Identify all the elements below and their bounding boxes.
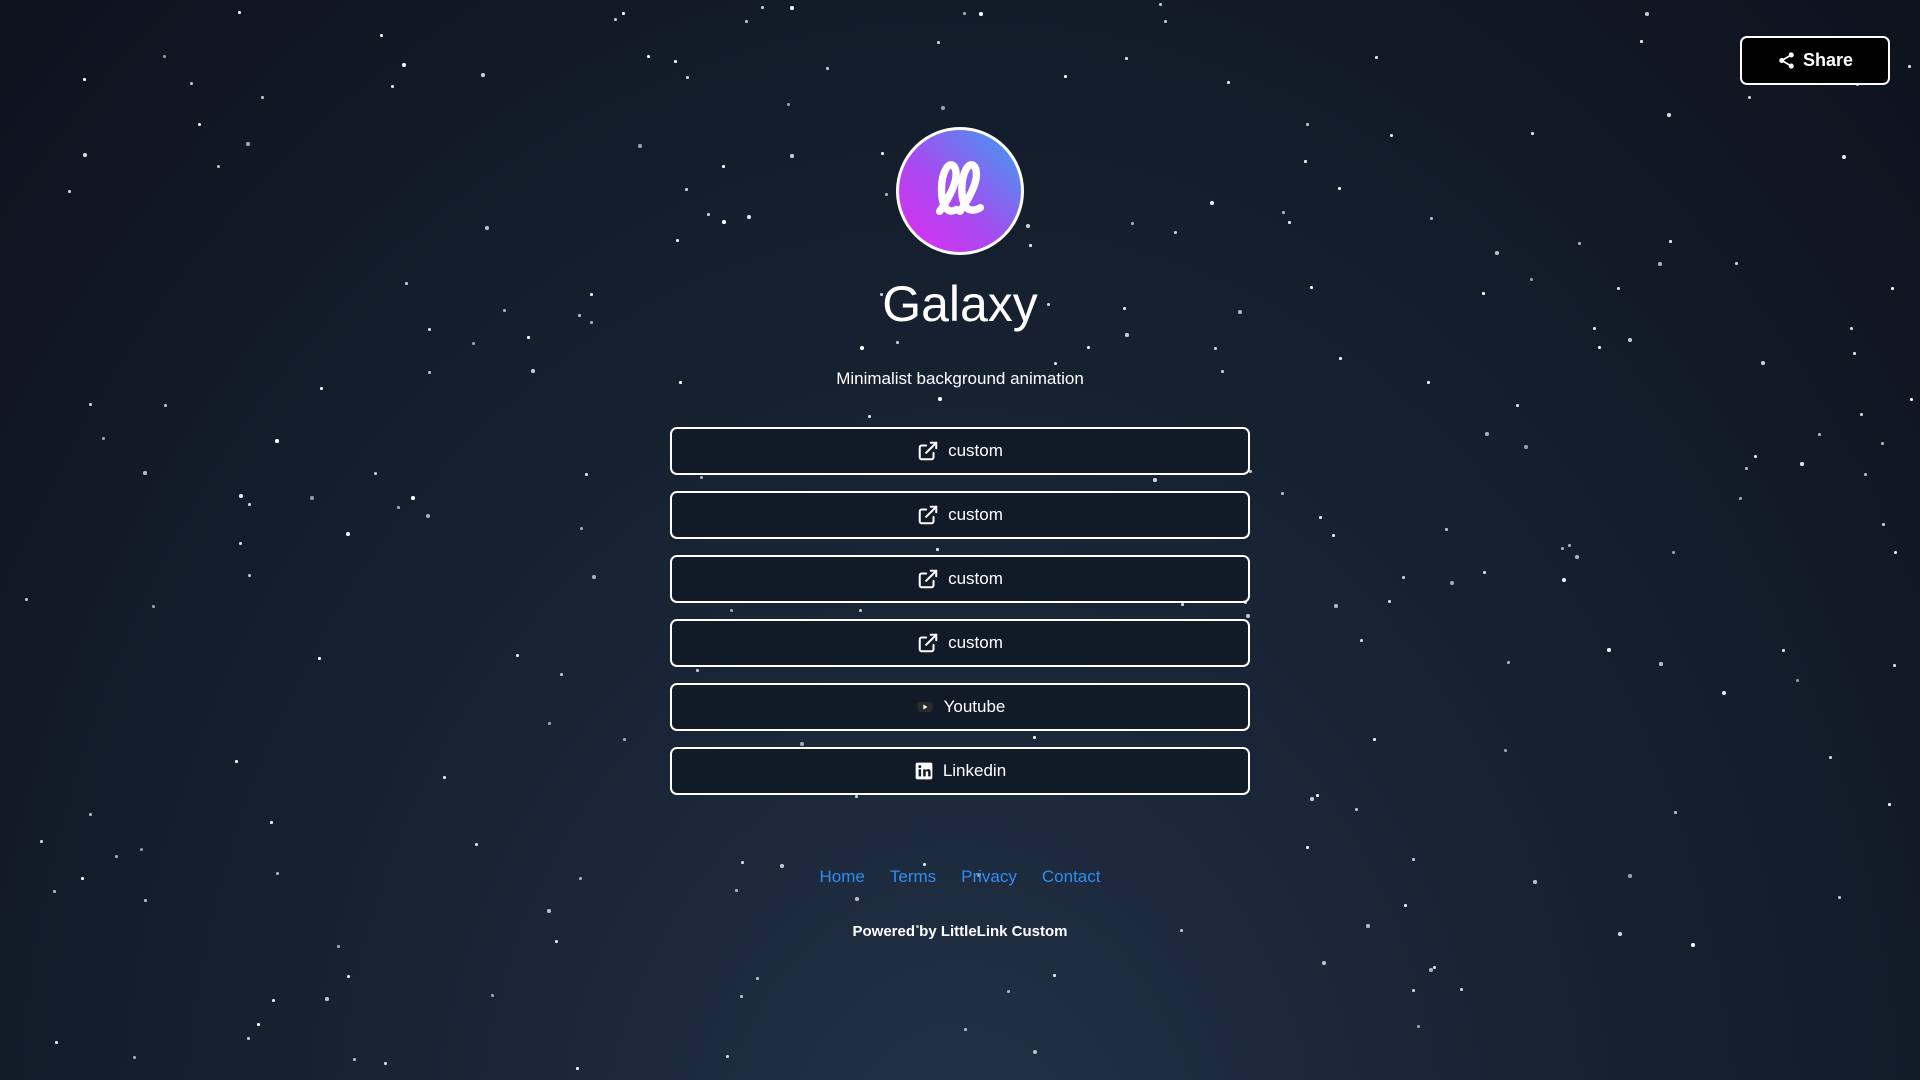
link-label: custom <box>948 633 1003 652</box>
youtube-icon <box>917 702 933 712</box>
powered-by-text: Powered by LittleLink Custom <box>852 923 1068 940</box>
link-label: custom <box>948 505 1003 524</box>
link-label: Youtube <box>943 697 1006 716</box>
profile-page: Galaxy Minimalist background animation c… <box>0 0 1920 940</box>
star <box>325 997 329 1001</box>
page-title: Galaxy <box>882 276 1038 332</box>
star <box>1412 989 1415 992</box>
star <box>576 1067 579 1070</box>
custom-link-button-3[interactable]: custom <box>670 555 1250 603</box>
star <box>1433 966 1436 969</box>
custom-link-button-4[interactable]: custom <box>670 619 1250 667</box>
external-link-icon <box>918 505 938 525</box>
linkedin-link-button[interactable]: Linkedin <box>670 747 1250 795</box>
star <box>247 1037 250 1040</box>
link-list: custom custom custom custom Youtube Link… <box>670 427 1250 795</box>
star <box>491 994 494 997</box>
footer-link-terms[interactable]: Terms <box>890 867 936 887</box>
external-link-icon <box>918 633 938 653</box>
footer-link-privacy[interactable]: Privacy <box>961 867 1017 887</box>
star <box>272 999 275 1002</box>
share-icon <box>1779 52 1794 69</box>
star <box>1460 988 1463 991</box>
external-link-icon <box>918 441 938 461</box>
star <box>1053 974 1056 977</box>
youtube-link-button[interactable]: Youtube <box>670 683 1250 731</box>
footer-link-contact[interactable]: Contact <box>1042 867 1101 887</box>
star <box>55 1041 58 1044</box>
linkedin-icon <box>915 762 933 780</box>
star <box>1322 961 1326 965</box>
star <box>756 977 759 980</box>
star <box>1691 943 1695 947</box>
footer-link-home[interactable]: Home <box>820 867 865 887</box>
star <box>337 945 340 948</box>
link-label: Linkedin <box>942 761 1007 780</box>
custom-link-button-1[interactable]: custom <box>670 427 1250 475</box>
star <box>964 1028 967 1031</box>
link-label: custom <box>948 441 1003 460</box>
star <box>1417 1025 1420 1028</box>
avatar <box>896 127 1024 255</box>
link-label: custom <box>948 569 1003 588</box>
custom-link-button-2[interactable]: custom <box>670 491 1250 539</box>
star <box>257 1023 260 1026</box>
share-button[interactable]: Share <box>1740 36 1890 85</box>
star <box>353 1058 356 1061</box>
share-button-label: Share <box>1802 50 1854 70</box>
external-link-icon <box>918 569 938 589</box>
star <box>555 940 558 943</box>
star <box>726 1055 729 1058</box>
star <box>133 1056 136 1059</box>
star <box>1429 968 1433 972</box>
littlelink-logo-icon <box>935 161 985 216</box>
star <box>1007 990 1010 993</box>
tagline: Minimalist background animation <box>836 369 1084 388</box>
star <box>347 975 350 978</box>
star <box>1033 1050 1037 1054</box>
star <box>740 995 743 998</box>
footer-nav: Home Terms Privacy Contact <box>820 867 1101 887</box>
star <box>384 1062 387 1065</box>
